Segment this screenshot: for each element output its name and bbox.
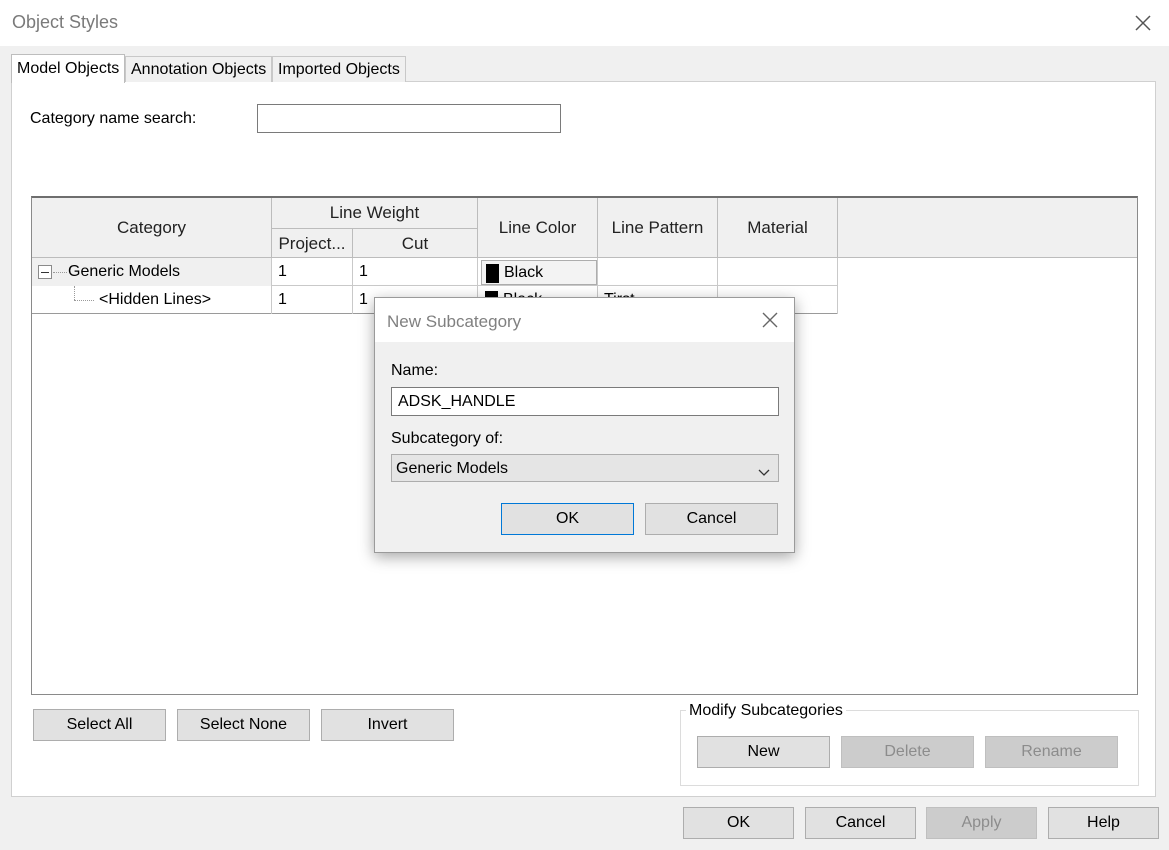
header-line-color[interactable]: Line Color [478, 198, 598, 258]
subcategory-of-select[interactable]: Generic Models [391, 454, 779, 482]
chevron-down-icon [758, 464, 770, 476]
table-row[interactable]: Generic Models 1 1 Black [32, 258, 838, 286]
color-swatch [486, 264, 499, 283]
cancel-button[interactable]: Cancel [805, 807, 916, 839]
search-label: Category name search: [30, 110, 197, 127]
category-cell[interactable]: Generic Models [32, 258, 272, 286]
subcategory-of-value: Generic Models [396, 460, 509, 477]
new-subcategory-dialog: New Subcategory Name: Subcategory of: Ge… [374, 297, 795, 553]
grid-header: Category Line Weight Project... Cut Line… [32, 198, 1137, 258]
select-none-button[interactable]: Select None [177, 709, 310, 741]
line-pattern-cell[interactable] [598, 258, 718, 286]
tab-model-objects[interactable]: Model Objects [11, 54, 126, 83]
close-icon[interactable] [1130, 10, 1156, 36]
collapse-icon[interactable] [38, 265, 52, 279]
tab-annotation-objects[interactable]: Annotation Objects [125, 56, 273, 82]
line-color-cell: Black [478, 258, 598, 286]
header-cut[interactable]: Cut [353, 228, 478, 258]
invert-button[interactable]: Invert [321, 709, 454, 741]
subcategory-name-input[interactable] [391, 387, 779, 416]
apply-button[interactable]: Apply [926, 807, 1037, 839]
subcategory-of-label: Subcategory of: [391, 430, 504, 447]
header-material[interactable]: Material [718, 198, 838, 258]
ok-button[interactable]: OK [683, 807, 794, 839]
title-bar [0, 0, 1169, 46]
dialog-cancel-button[interactable]: Cancel [645, 503, 778, 535]
window-title: Object Styles [12, 12, 119, 32]
header-line-pattern[interactable]: Line Pattern [598, 198, 718, 258]
category-search-input[interactable] [257, 104, 561, 133]
close-icon[interactable] [760, 310, 780, 330]
header-category[interactable]: Category [32, 198, 272, 258]
dialog-title: New Subcategory [387, 312, 522, 331]
tab-imported-objects[interactable]: Imported Objects [272, 56, 406, 82]
modify-subcategories-legend: Modify Subcategories [686, 702, 846, 720]
category-name: Generic Models [68, 263, 181, 280]
select-all-button[interactable]: Select All [33, 709, 166, 741]
material-cell[interactable] [718, 258, 838, 286]
header-projection[interactable]: Project... [272, 228, 353, 258]
projection-cell[interactable]: 1 [272, 286, 353, 314]
tree-connector [74, 300, 94, 301]
rename-subcategory-button[interactable]: Rename [985, 736, 1118, 768]
category-cell[interactable]: <Hidden Lines> [32, 286, 272, 314]
name-label: Name: [391, 362, 439, 379]
help-button[interactable]: Help [1048, 807, 1159, 839]
cut-cell[interactable]: 1 [353, 258, 478, 286]
tree-connector [74, 286, 75, 300]
header-line-weight: Line Weight [272, 198, 478, 228]
tree-connector [53, 272, 67, 273]
new-subcategory-button[interactable]: New [697, 736, 830, 768]
line-color-button[interactable]: Black [481, 260, 597, 285]
category-name: <Hidden Lines> [99, 291, 212, 308]
projection-cell[interactable]: 1 [272, 258, 353, 286]
dialog-ok-button[interactable]: OK [501, 503, 634, 535]
line-color-value: Black [504, 264, 544, 281]
delete-subcategory-button[interactable]: Delete [841, 736, 974, 768]
